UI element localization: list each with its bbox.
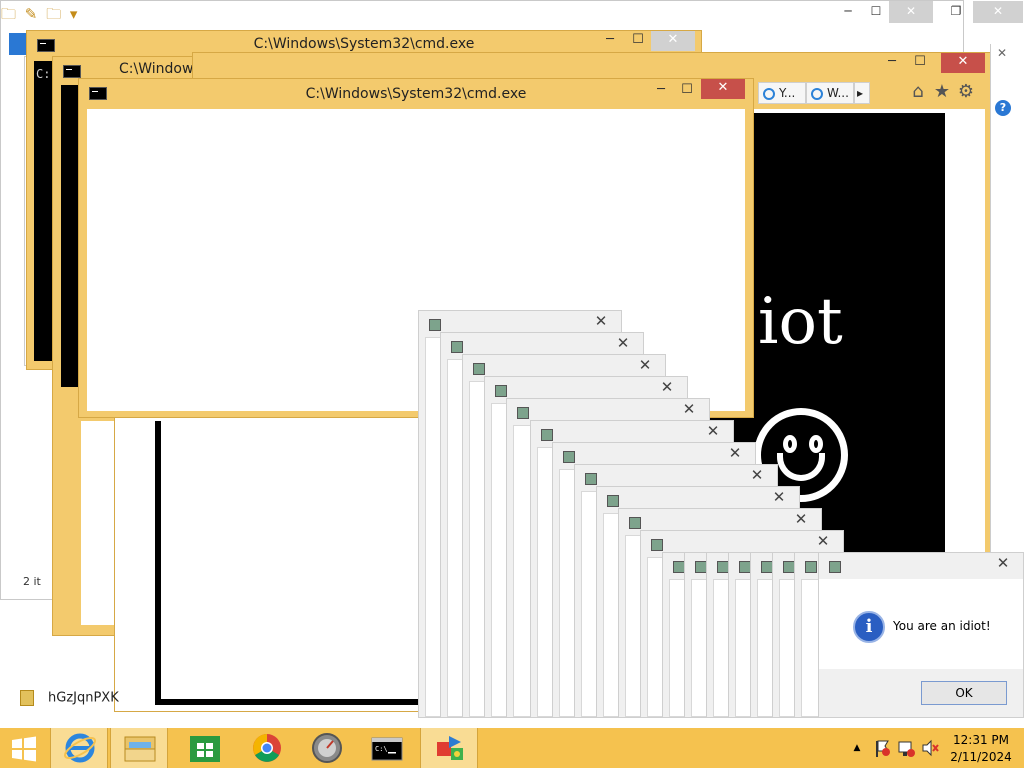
ie-minimize-button[interactable]: ─ bbox=[879, 53, 905, 73]
clock-time[interactable]: 12:31 PM bbox=[948, 732, 1014, 748]
ie-tab-2[interactable]: W... bbox=[806, 82, 854, 104]
cmd-maximize-button[interactable]: ☐ bbox=[625, 31, 651, 51]
home-icon[interactable]: ⌂ bbox=[908, 82, 928, 102]
windows-logo-icon bbox=[12, 736, 36, 762]
ie-logo-icon bbox=[763, 87, 775, 100]
star-icon[interactable]: ★ bbox=[932, 82, 952, 102]
explorer2-close-button[interactable]: ✕ bbox=[973, 1, 1023, 23]
popup-icon bbox=[651, 539, 663, 551]
popup-icon bbox=[473, 363, 485, 375]
ie-logo-icon bbox=[811, 87, 823, 100]
cmd-icon bbox=[63, 65, 81, 78]
dial-icon bbox=[312, 733, 342, 763]
file-name: hGzJqnPXK bbox=[48, 690, 119, 706]
store-icon bbox=[190, 736, 220, 762]
popup-icon bbox=[563, 451, 575, 463]
tray-expand-arrow[interactable]: ▲ bbox=[850, 728, 864, 768]
ie-tab-1[interactable]: Y... bbox=[758, 82, 806, 104]
ok-button[interactable]: OK bbox=[921, 681, 1007, 705]
cmd-minimize-button[interactable]: ─ bbox=[649, 81, 673, 101]
explorer-status-bar: 2 it bbox=[23, 575, 41, 588]
popup-icon bbox=[607, 495, 619, 507]
explorer-file-item[interactable]: hGzJqnPXK bbox=[20, 690, 119, 706]
volume-muted-icon[interactable] bbox=[920, 728, 940, 768]
popup-close-button[interactable]: ✕ bbox=[675, 401, 703, 419]
popup-close-button[interactable]: ✕ bbox=[787, 511, 815, 529]
popup-icon bbox=[495, 385, 507, 397]
svg-text:C:\: C:\ bbox=[375, 745, 388, 753]
action-center-flag-icon[interactable] bbox=[872, 728, 892, 768]
ie-tab-2-label: W... bbox=[827, 86, 849, 100]
help-icon[interactable]: ? bbox=[995, 100, 1011, 116]
clock-date[interactable]: 2/11/2024 bbox=[948, 749, 1014, 765]
popup-close-button[interactable]: ✕ bbox=[587, 313, 615, 331]
ie-tab-1-label: Y... bbox=[779, 86, 796, 100]
taskbar-app-dial[interactable] bbox=[298, 728, 356, 768]
gear-icon[interactable]: ⚙ bbox=[956, 82, 976, 102]
shapes-icon bbox=[437, 736, 463, 760]
background-window-edge-right: ✕ ? bbox=[990, 44, 1024, 564]
folder-icon bbox=[124, 736, 156, 762]
taskbar-app-shapes[interactable] bbox=[420, 728, 478, 768]
window-border bbox=[155, 421, 161, 705]
popup-close-button[interactable]: ✕ bbox=[765, 489, 793, 507]
cmd-prompt: C: bbox=[36, 67, 51, 81]
cmd-minimize-button[interactable]: ─ bbox=[597, 31, 623, 51]
info-icon: i bbox=[853, 611, 885, 643]
taskbar: C:\ ▲ 12:31 PM 2/11/2024 bbox=[0, 728, 1024, 768]
cmd-window-title: C:\Window bbox=[119, 61, 194, 77]
popup-icon bbox=[429, 319, 441, 331]
prank-text: iot bbox=[758, 285, 843, 359]
explorer-ribbon-file-tab[interactable] bbox=[9, 33, 27, 55]
popup-close-button[interactable]: ✕ bbox=[743, 467, 771, 485]
taskbar-cmd[interactable]: C:\ bbox=[358, 728, 416, 768]
popup-icon bbox=[451, 341, 463, 353]
popup-icon bbox=[629, 517, 641, 529]
taskbar-file-explorer[interactable] bbox=[110, 728, 168, 768]
popup-icon bbox=[517, 407, 529, 419]
popup-close-button[interactable]: ✕ bbox=[653, 379, 681, 397]
explorer-close-button[interactable]: ✕ bbox=[889, 1, 933, 23]
ie-logo-icon bbox=[63, 733, 97, 763]
popup-close-button[interactable]: ✕ bbox=[699, 423, 727, 441]
message-text: You are an idiot! bbox=[893, 619, 991, 633]
console-icon: C:\ bbox=[371, 737, 403, 761]
cmd-close-button[interactable]: ✕ bbox=[651, 31, 695, 51]
explorer-title-bar bbox=[1, 1, 963, 29]
popup-icon bbox=[585, 473, 597, 485]
taskbar-chrome[interactable] bbox=[238, 728, 296, 768]
popup-close-button[interactable]: ✕ bbox=[721, 445, 749, 463]
cmd-maximize-button[interactable]: ☐ bbox=[675, 81, 699, 101]
popup-icon bbox=[805, 561, 817, 573]
ie-close-button[interactable]: ✕ bbox=[941, 53, 985, 73]
ie-tab-scroll-button[interactable]: ▸ bbox=[854, 82, 870, 104]
explorer-quick-access-icons[interactable]: 🗀 ✎ 🗀 ▾ bbox=[1, 4, 79, 29]
popup-close-button[interactable]: ✕ bbox=[631, 357, 659, 375]
popup-icon bbox=[829, 561, 841, 573]
popup-close-button[interactable]: ✕ bbox=[609, 335, 637, 353]
taskbar-store[interactable] bbox=[176, 728, 234, 768]
message-box-close-button[interactable]: ✕ bbox=[989, 555, 1017, 573]
cmd-close-button[interactable]: ✕ bbox=[701, 79, 745, 99]
message-box: ✕ i You are an idiot! OK bbox=[818, 552, 1024, 718]
close-icon[interactable]: ✕ bbox=[997, 46, 1011, 60]
file-icon bbox=[20, 690, 34, 706]
network-icon[interactable] bbox=[896, 728, 916, 768]
ie-maximize-button[interactable]: ☐ bbox=[907, 53, 933, 73]
explorer-restore-button[interactable]: ❐ bbox=[941, 1, 971, 23]
taskbar-internet-explorer[interactable] bbox=[50, 728, 108, 768]
chrome-icon bbox=[253, 734, 281, 762]
start-button[interactable] bbox=[10, 736, 40, 762]
popup-icon bbox=[541, 429, 553, 441]
popup-close-button[interactable]: ✕ bbox=[809, 533, 837, 551]
